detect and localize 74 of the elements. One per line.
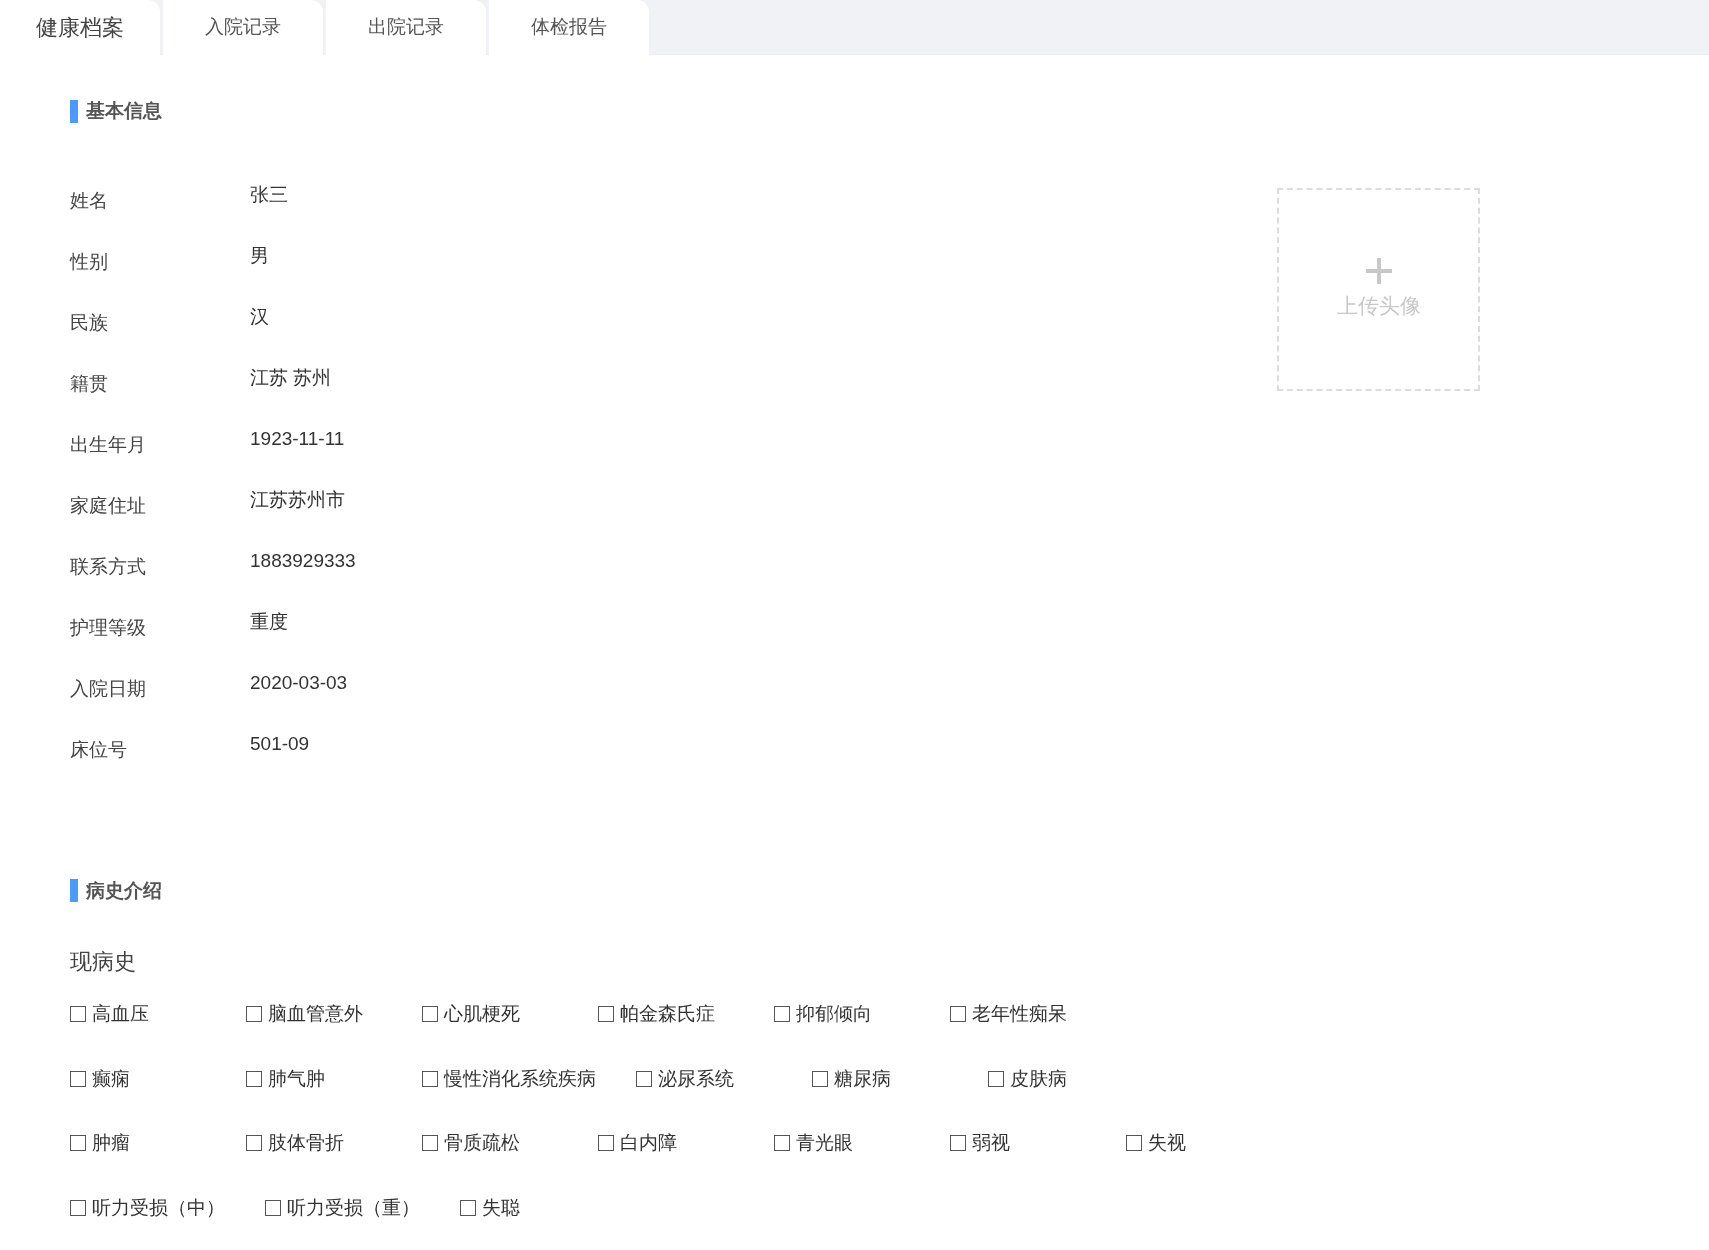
checkbox[interactable] bbox=[950, 1135, 966, 1152]
field-value: 男 bbox=[250, 244, 269, 268]
checkbox[interactable] bbox=[265, 1199, 281, 1216]
checkbox-option[interactable]: 抑郁倾向 bbox=[774, 1000, 872, 1029]
checkbox-option[interactable]: 高血压 bbox=[70, 1000, 149, 1029]
tab[interactable]: 出院记录 bbox=[326, 0, 486, 55]
checkbox[interactable] bbox=[246, 1135, 262, 1152]
checkbox[interactable] bbox=[598, 1006, 614, 1023]
plus-icon bbox=[1363, 256, 1394, 287]
checkbox-option[interactable]: 听力受损（中） bbox=[70, 1193, 225, 1222]
field-value: 2020-03-03 bbox=[250, 671, 348, 695]
field-value: 江苏苏州市 bbox=[250, 488, 345, 512]
section-title: 基本信息 bbox=[86, 99, 162, 123]
checkbox-option[interactable]: 皮肤病 bbox=[988, 1064, 1067, 1093]
checkbox-option[interactable]: 癫痫 bbox=[70, 1064, 130, 1093]
checkbox[interactable] bbox=[246, 1070, 262, 1087]
checkbox[interactable] bbox=[246, 1006, 262, 1023]
checkbox-option[interactable]: 失聪 bbox=[460, 1193, 520, 1222]
checkbox[interactable] bbox=[636, 1070, 652, 1087]
field-label: 姓名 bbox=[70, 189, 109, 213]
field-label: 护理等级 bbox=[70, 616, 147, 640]
checkbox-option[interactable]: 泌尿系统 bbox=[636, 1064, 734, 1093]
field-label: 民族 bbox=[70, 311, 109, 335]
tab[interactable]: 入院记录 bbox=[163, 0, 323, 55]
section-marker bbox=[70, 879, 78, 903]
checkbox-option[interactable]: 糖尿病 bbox=[812, 1064, 891, 1093]
field-label: 籍贯 bbox=[70, 372, 109, 396]
checkbox[interactable] bbox=[774, 1135, 790, 1152]
checkbox[interactable] bbox=[70, 1199, 86, 1216]
checkbox-option[interactable]: 肢体骨折 bbox=[246, 1129, 344, 1158]
field-label: 联系方式 bbox=[70, 555, 147, 579]
field-value: 1923-11-11 bbox=[250, 427, 345, 451]
field-label: 出生年月 bbox=[70, 433, 147, 457]
checkbox-option[interactable]: 青光眼 bbox=[774, 1129, 853, 1158]
tab[interactable]: 体检报告 bbox=[489, 0, 649, 55]
section-marker bbox=[70, 99, 78, 123]
checkbox-option[interactable]: 脑血管意外 bbox=[246, 1000, 363, 1029]
checkbox-option[interactable]: 白内障 bbox=[598, 1129, 677, 1158]
checkbox[interactable] bbox=[812, 1070, 828, 1087]
checkbox-option[interactable]: 骨质疏松 bbox=[422, 1129, 520, 1158]
checkbox[interactable] bbox=[774, 1006, 790, 1023]
field-value: 501-09 bbox=[250, 732, 310, 756]
field-label: 性别 bbox=[70, 250, 109, 274]
checkbox[interactable] bbox=[422, 1135, 438, 1152]
checkbox[interactable] bbox=[422, 1070, 438, 1087]
checkbox[interactable] bbox=[950, 1006, 966, 1023]
checkbox[interactable] bbox=[422, 1006, 438, 1023]
field-label: 家庭住址 bbox=[70, 494, 147, 518]
checkbox-option[interactable]: 失视 bbox=[1126, 1129, 1186, 1158]
checkbox[interactable] bbox=[598, 1135, 614, 1152]
field-value: 江苏 苏州 bbox=[250, 366, 332, 390]
checkbox-option[interactable]: 肿瘤 bbox=[70, 1129, 130, 1158]
checkbox[interactable] bbox=[70, 1070, 86, 1087]
checkbox[interactable] bbox=[1126, 1135, 1142, 1152]
subsection-title: 现病史 bbox=[70, 948, 136, 976]
section-title: 病史介绍 bbox=[86, 878, 162, 903]
field-label: 入院日期 bbox=[70, 677, 147, 701]
checkbox[interactable] bbox=[70, 1006, 86, 1023]
checkbox-option[interactable]: 听力受损（重） bbox=[265, 1193, 420, 1222]
field-value: 重度 bbox=[250, 610, 288, 634]
checkbox-option[interactable]: 弱视 bbox=[950, 1129, 1010, 1158]
checkbox-option[interactable]: 慢性消化系统疾病 bbox=[422, 1064, 596, 1093]
field-value: 汉 bbox=[250, 305, 269, 329]
checkbox[interactable] bbox=[70, 1135, 86, 1152]
tab[interactable]: 健康档案 bbox=[0, 0, 160, 55]
field-label: 床位号 bbox=[70, 738, 128, 762]
field-value: 张三 bbox=[250, 183, 288, 207]
field-value: 1883929333 bbox=[250, 549, 356, 573]
checkbox-option[interactable]: 老年性痴呆 bbox=[950, 1000, 1067, 1029]
checkbox[interactable] bbox=[460, 1199, 476, 1216]
checkbox-option[interactable]: 心肌梗死 bbox=[422, 1000, 520, 1029]
checkbox[interactable] bbox=[988, 1070, 1004, 1087]
checkbox-option[interactable]: 肺气肿 bbox=[246, 1064, 325, 1093]
checkbox-option[interactable]: 帕金森氏症 bbox=[598, 1000, 715, 1029]
